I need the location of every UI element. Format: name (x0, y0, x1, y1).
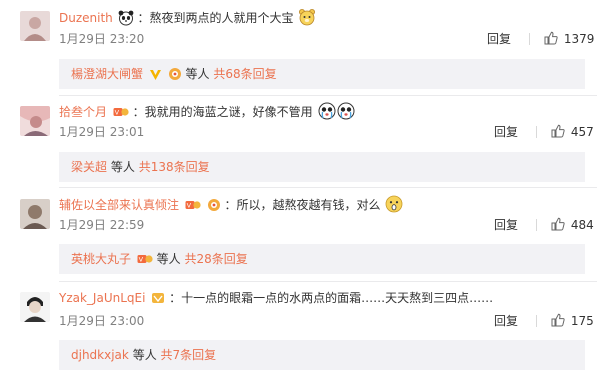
username-link[interactable]: 拾叁个月 (59, 105, 107, 119)
sub-reply-username[interactable]: djhdkxjak (71, 348, 129, 362)
vip-badge-icon: V (113, 105, 129, 123)
avatar[interactable] (20, 106, 50, 136)
v-verified-icon (149, 62, 162, 92)
divider (529, 33, 530, 45)
sub-replies-bar[interactable]: 楊澄湖大闸蟹 等人 共68条回复 (59, 59, 585, 89)
avatar[interactable] (20, 199, 50, 229)
divider (59, 95, 597, 96)
divider (59, 281, 597, 282)
sub-replies-bar[interactable]: 英桃大丸子 V 等人 共28条回复 (59, 244, 585, 274)
sub-replies-bar[interactable]: 梁关超 等人 共138条回复 (59, 152, 585, 182)
divider (536, 219, 537, 231)
thumbs-up-icon (551, 313, 571, 328)
comment-text: ：我就用的海蓝之谜，好像不管用 (132, 105, 313, 119)
comment-time: 1月29日 23:01 (59, 125, 145, 139)
divider (536, 315, 537, 327)
sub-reply-mid: 等人 (156, 252, 181, 266)
panda-emoji-icon (118, 10, 134, 30)
reply-button[interactable]: 回复 (494, 217, 518, 233)
divider (59, 187, 597, 188)
scared-face-emoji-icon (337, 102, 355, 124)
vip-badge-icon: V (137, 247, 153, 277)
username-link[interactable]: 辅佐以全部来认真倾注 (59, 198, 179, 212)
sub-reply-count[interactable]: 共68条回复 (213, 67, 276, 81)
like-count: 457 (570, 125, 594, 139)
username-link[interactable]: Duzenith (59, 11, 113, 25)
avatar[interactable] (20, 11, 50, 41)
sub-reply-count[interactable]: 共28条回复 (185, 252, 248, 266)
sub-reply-mid: 等人 (185, 67, 210, 81)
comment-line: 辅佐以全部来认真倾注 V ：所以，越熬夜越有钱，对么 (59, 195, 403, 217)
svg-text:V: V (114, 109, 119, 117)
comment-time: 1月29日 23:00 (59, 314, 145, 328)
reply-button[interactable]: 回复 (494, 124, 518, 140)
username-link[interactable]: Yzak_JaUnLqEi (59, 291, 145, 305)
sub-reply-count[interactable]: 共138条回复 (139, 160, 210, 174)
vip-badge-icon (168, 62, 182, 92)
bear-face-emoji-icon (298, 8, 316, 30)
sub-reply-mid: 等人 (110, 160, 135, 174)
svg-text:V: V (138, 256, 143, 264)
comment-text: ：熬夜到两点的人就用个大宝 (137, 11, 294, 25)
sub-reply-username[interactable]: 梁关超 (71, 160, 107, 174)
scared-face-emoji-icon (385, 195, 403, 217)
comment-line: Yzak_JaUnLqEi ：十一点的眼霜一点的水两点的面霜……天天熬到三四点…… (59, 290, 493, 309)
sub-reply-username[interactable]: 英桃大丸子 (71, 252, 131, 266)
comment-text: ：十一点的眼霜一点的水两点的面霜……天天熬到三四点…… (169, 291, 494, 305)
reply-button[interactable]: 回复 (487, 31, 511, 47)
thumbs-up-icon (551, 124, 571, 139)
svg-text:V: V (186, 202, 191, 210)
tearful-face-emoji-icon (318, 102, 336, 124)
like-button[interactable]: 457 (526, 124, 594, 140)
like-count: 484 (570, 218, 594, 232)
comment-line: Duzenith ：熬夜到两点的人就用个大宝 (59, 8, 316, 30)
sub-reply-count[interactable]: 共7条回复 (161, 348, 217, 362)
vip-badge-icon (151, 291, 165, 309)
comment-text: ：所以，越熬夜越有钱，对么 (224, 198, 381, 212)
thumbs-up-icon (551, 217, 571, 232)
sub-reply-username[interactable]: 楊澄湖大闸蟹 (71, 67, 143, 81)
like-button[interactable]: 175 (526, 313, 594, 329)
comment-time: 1月29日 23:20 (59, 32, 145, 46)
like-count: 1379 (563, 32, 595, 46)
like-button[interactable]: 1379 (519, 31, 594, 47)
comment-line: 拾叁个月 V ：我就用的海蓝之谜，好像不管用 (59, 102, 355, 124)
medal-badge-icon (207, 198, 221, 216)
divider (536, 126, 537, 138)
vip-badge-icon: V (185, 198, 201, 216)
reply-button[interactable]: 回复 (494, 313, 518, 329)
comment-time: 1月29日 22:59 (59, 218, 145, 232)
like-count: 175 (570, 314, 594, 328)
avatar[interactable] (20, 292, 50, 322)
like-button[interactable]: 484 (526, 217, 594, 233)
sub-reply-mid: 等人 (132, 348, 157, 362)
sub-replies-bar[interactable]: djhdkxjak 等人 共7条回复 (59, 340, 585, 370)
thumbs-up-icon (544, 31, 564, 46)
